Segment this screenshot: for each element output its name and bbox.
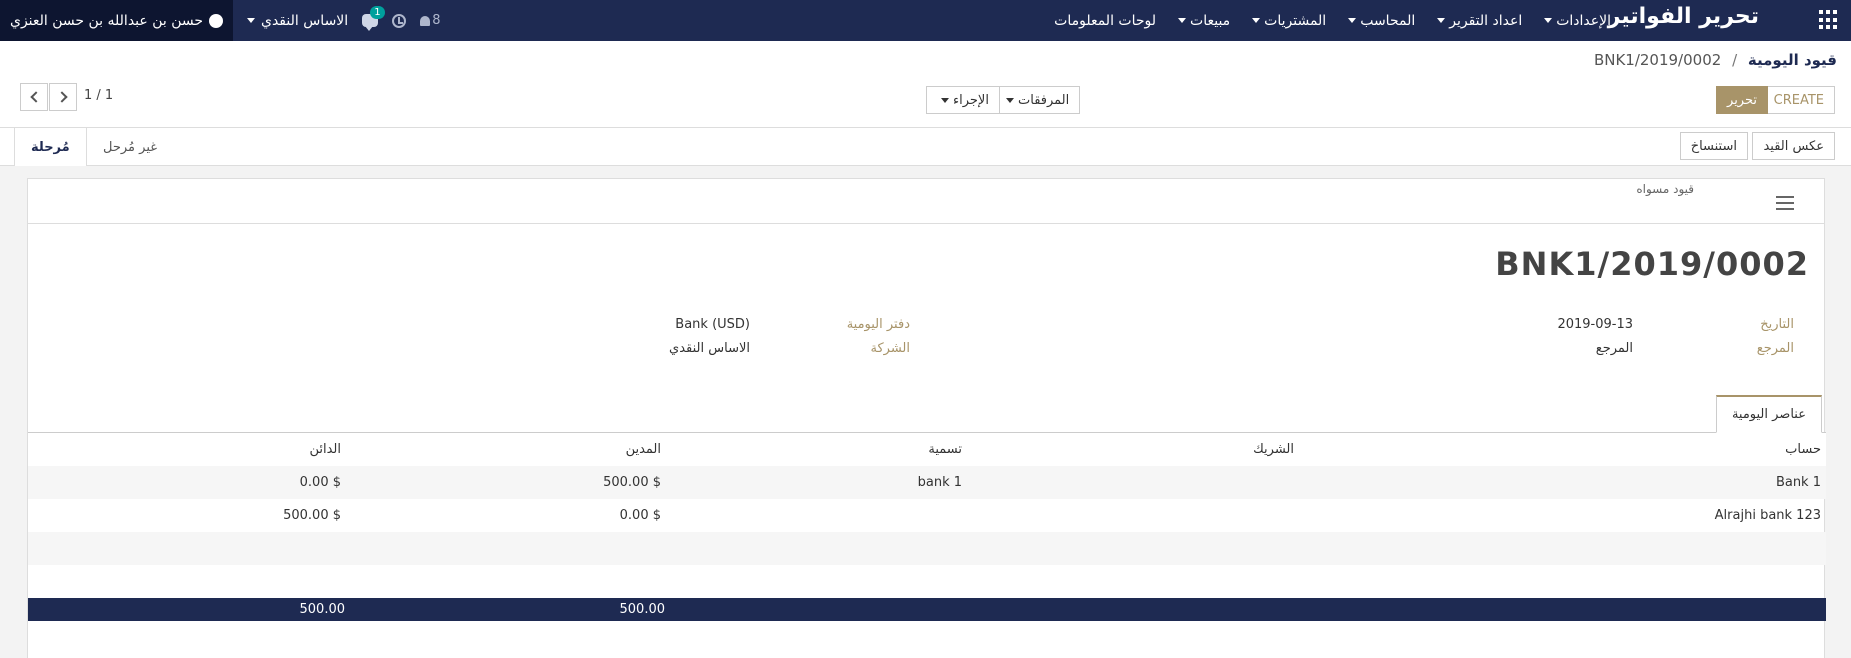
date-value: 2019-09-13	[1557, 317, 1633, 332]
cell-debit: 0.00 $	[619, 508, 661, 523]
table-row[interactable]: Bank 1 bank 1 500.00 $ 0.00 $	[28, 466, 1826, 499]
reverse-entry-button[interactable]: عكس القيد	[1752, 132, 1835, 160]
menu-sales[interactable]: مبيعات	[1174, 13, 1230, 29]
user-menu[interactable]: حسن بن عبدالله بن حسن العنزي	[0, 0, 233, 41]
cell-debit: 500.00 $	[603, 475, 661, 490]
header-credit[interactable]: الدائن	[309, 433, 341, 466]
chevron-left-icon	[29, 91, 42, 103]
chevron-down-icon	[1006, 97, 1014, 103]
attachments-dropdown[interactable]: المرفقات	[991, 86, 1081, 114]
table-total-row: 500.00 500.00	[28, 598, 1826, 621]
cell-account: Bank 1	[1775, 475, 1821, 490]
total-debit: 500.00	[619, 602, 666, 617]
sheet-header: قيود مسواه	[28, 179, 1824, 224]
menu-settings[interactable]: الإعدادات	[1540, 13, 1611, 29]
journal-value: Bank (USD)	[675, 317, 750, 332]
menu-icon[interactable]	[1776, 196, 1794, 210]
menu-reporting[interactable]: اعداد التقرير	[1433, 13, 1522, 29]
date-label: التاريخ	[1760, 317, 1794, 332]
chevron-down-icon	[1437, 18, 1446, 23]
journal-label: دفتر اليومية	[846, 317, 910, 332]
clock-icon	[392, 13, 407, 28]
activity-menu[interactable]	[392, 13, 407, 28]
breadcrumb-parent[interactable]: قيود اليومية	[1748, 51, 1837, 69]
bell-icon	[420, 15, 431, 26]
tab-journal-items[interactable]: عناصر اليومية	[1715, 395, 1822, 433]
cell-credit: 500.00 $	[283, 508, 341, 523]
table-row-empty	[28, 565, 1826, 598]
app-title: تحرير الفواتير	[1607, 4, 1759, 29]
menu-accounting[interactable]: المحاسب	[1344, 13, 1415, 29]
chevron-down-icon	[1178, 18, 1187, 23]
main-menu: لوحات المعلومات مبيعات المشتريات المحاسب…	[1054, 0, 1611, 41]
attachments-label: المرفقات	[1018, 92, 1070, 108]
company-switcher[interactable]: الاساس النقدي	[243, 13, 348, 29]
menu-purchases[interactable]: المشتريات	[1248, 13, 1326, 29]
sheet-tag: قيود مسواه	[1636, 182, 1694, 196]
user-name: حسن بن عبدالله بن حسن العنزي	[10, 12, 203, 29]
breadcrumb: قيود اليومية / BNK1/2019/0002	[1594, 51, 1837, 69]
header-label[interactable]: تسمية	[928, 433, 962, 466]
header-account[interactable]: حساب	[1785, 433, 1821, 466]
company-label: الشركة	[870, 341, 910, 356]
create-button[interactable]: CREATE	[1762, 86, 1835, 114]
pager-next-button[interactable]	[49, 83, 77, 111]
menu-dashboards[interactable]: لوحات المعلومات	[1054, 13, 1156, 29]
cell-credit: 0.00 $	[299, 475, 341, 490]
journal-items-table: حساب الشريك تسمية المدين الدائن Bank 1 b…	[28, 433, 1826, 621]
messaging-menu[interactable]: 1	[362, 6, 385, 31]
chat-badge: 1	[370, 6, 385, 19]
notification-count: 8	[432, 13, 441, 28]
document-title: BNK1/2019/0002	[1495, 245, 1809, 283]
total-credit: 500.00	[299, 602, 346, 617]
apps-menu-icon[interactable]	[1819, 10, 1839, 30]
avatar	[209, 13, 223, 28]
chevron-down-icon	[1544, 18, 1553, 23]
table-row[interactable]: Alrajhi bank 123 0.00 $ 500.00 $	[28, 499, 1826, 532]
action-dropdown[interactable]: الإجراء	[926, 86, 1000, 114]
control-panel: قيود اليومية / BNK1/2019/0002 CREATE تحر…	[0, 41, 1851, 166]
state-unposted[interactable]: غير مُرحل	[87, 128, 173, 166]
header-debit[interactable]: المدين	[626, 433, 661, 466]
chevron-down-icon	[941, 97, 949, 103]
chevron-down-icon	[1348, 18, 1357, 23]
pager-previous-button[interactable]	[20, 83, 48, 111]
breadcrumb-current: BNK1/2019/0002	[1593, 51, 1722, 69]
company-name: الاساس النقدي	[261, 12, 349, 29]
table-row-empty	[28, 532, 1826, 565]
navbar-systray: حسن بن عبدالله بن حسن العنزي الاساس النق…	[0, 0, 440, 41]
header-partner[interactable]: الشريك	[1253, 433, 1294, 466]
edit-button[interactable]: تحرير	[1716, 86, 1768, 114]
reference-value: المرجع	[1595, 341, 1633, 356]
reference-label: المرجع	[1756, 341, 1794, 356]
table-header: حساب الشريك تسمية المدين الدائن	[28, 433, 1826, 466]
duplicate-button[interactable]: استنساخ	[1679, 132, 1748, 160]
notification-menu[interactable]: 8	[420, 13, 440, 28]
status-bar: عكس القيد استنساخ مُرحلة غير مُرحل	[0, 127, 1851, 166]
company-value: الاساس النقدي	[669, 341, 750, 356]
action-label: الإجراء	[953, 92, 989, 108]
state-posted[interactable]: مُرحلة	[14, 128, 87, 166]
form-sheet: قيود مسواه BNK1/2019/0002 التاريخ 2019-0…	[27, 178, 1826, 658]
top-navbar: تحرير الفواتير لوحات المعلومات مبيعات ال…	[0, 0, 1851, 41]
cell-account: Alrajhi bank 123	[1714, 508, 1821, 523]
cell-label: bank 1	[917, 475, 962, 490]
breadcrumb-separator: /	[1732, 51, 1738, 69]
pager-value[interactable]: 1 / 1	[84, 88, 113, 103]
chevron-down-icon	[1252, 18, 1261, 23]
chevron-down-icon	[247, 18, 255, 23]
chevron-right-icon	[55, 91, 68, 103]
